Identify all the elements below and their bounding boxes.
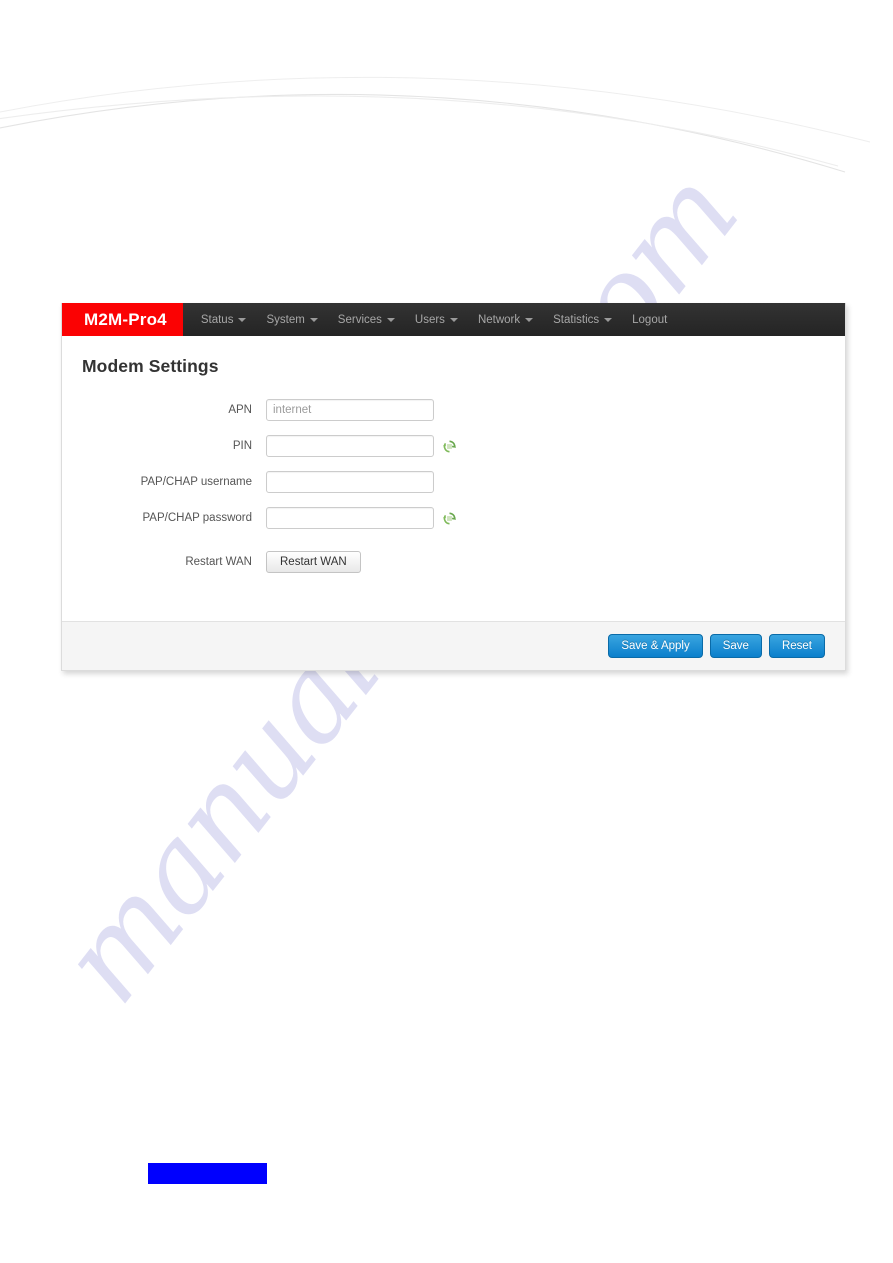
document-page: manualshive.com M2M-Pro4 Status System S…	[0, 0, 893, 1263]
pap-username-input[interactable]	[266, 471, 434, 493]
nav-item-label: Status	[200, 313, 234, 326]
navbar: M2M-Pro4 Status System Services Users Ne…	[62, 303, 845, 336]
nav-item-status[interactable]: Status	[191, 303, 257, 336]
nav-item-label: Services	[337, 313, 382, 326]
nav-item-label: Statistics	[553, 313, 600, 326]
apn-input[interactable]	[266, 399, 434, 421]
chevron-down-icon	[449, 317, 458, 322]
chevron-down-icon	[309, 317, 318, 322]
restart-wan-button[interactable]: Restart WAN	[266, 551, 361, 573]
nav-item-network[interactable]: Network	[468, 303, 543, 336]
chevron-down-icon	[525, 317, 534, 322]
restart-wan-label: Restart WAN	[185, 556, 252, 568]
save-and-apply-button[interactable]: Save & Apply	[608, 634, 703, 658]
form-row-apn: APN	[82, 399, 821, 421]
redaction-bar	[148, 1163, 267, 1184]
page-title: Modem Settings	[82, 356, 219, 376]
nav-item-label: Network	[477, 313, 521, 326]
chevron-down-icon	[386, 317, 395, 322]
brand-logo[interactable]: M2M-Pro4	[62, 303, 183, 336]
form-row-restart-wan: Restart WAN Restart WAN	[82, 551, 821, 573]
nav-item-statistics[interactable]: Statistics	[543, 303, 622, 336]
nav-item-label: Logout	[632, 313, 668, 326]
nav-item-users[interactable]: Users	[405, 303, 468, 336]
apn-label: APN	[228, 404, 252, 416]
nav-item-system[interactable]: System	[256, 303, 327, 336]
settings-form: Modem Settings APN PIN	[62, 336, 845, 621]
chevron-down-icon	[238, 317, 247, 322]
nav-item-services[interactable]: Services	[328, 303, 405, 336]
reset-button[interactable]: Reset	[768, 634, 825, 658]
chevron-down-icon	[604, 317, 613, 322]
pap-password-label: PAP/CHAP password	[142, 512, 252, 524]
navbar-menu: Status System Services Users Network Sta…	[183, 303, 677, 336]
nav-item-label: Users	[414, 313, 445, 326]
refresh-icon[interactable]	[443, 511, 456, 525]
nav-item-label: System	[266, 313, 305, 326]
refresh-icon[interactable]	[443, 439, 456, 453]
form-row-pin: PIN	[82, 435, 821, 457]
router-ui-card: M2M-Pro4 Status System Services Users Ne…	[61, 303, 846, 671]
pap-username-label: PAP/CHAP username	[140, 476, 252, 488]
form-actions: Save & Apply Save Reset	[62, 621, 845, 670]
save-button[interactable]: Save	[709, 634, 762, 658]
form-row-pap-password: PAP/CHAP password	[82, 507, 821, 529]
pap-password-input[interactable]	[266, 507, 434, 529]
form-row-pap-username: PAP/CHAP username	[82, 471, 821, 493]
nav-item-logout[interactable]: Logout	[622, 303, 677, 336]
pin-label: PIN	[232, 440, 252, 452]
decorative-arcs	[0, 76, 871, 173]
pin-input[interactable]	[266, 435, 434, 457]
